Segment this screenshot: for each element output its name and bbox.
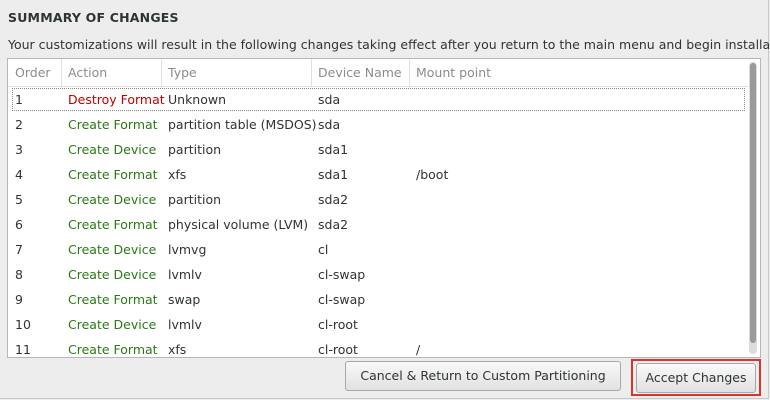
dialog-subtitle: Your customizations will result in the f… [8, 37, 770, 52]
column-header-mount-point[interactable]: Mount point [410, 59, 746, 86]
dialog-title: SUMMARY OF CHANGES [8, 10, 179, 25]
type-cell: lvmlv [168, 267, 202, 282]
device-name-cell: sda [318, 92, 341, 107]
device-name-cell: sda2 [318, 217, 349, 232]
device-name-cell: cl [318, 242, 329, 257]
table-row[interactable]: 4 Create Format xfs sda1/boot [8, 162, 748, 187]
device-name-cell: sda2 [318, 192, 349, 207]
order-cell: 8 [15, 267, 23, 282]
type-cell: xfs [168, 167, 187, 182]
table-row[interactable]: 9 Create Format swap cl-swap [8, 287, 748, 312]
order-cell: 1 [15, 92, 23, 107]
type-cell: xfs [168, 342, 187, 357]
type-cell: partition [168, 142, 222, 157]
action-cell: Create Format [68, 217, 158, 232]
order-cell: 9 [15, 292, 23, 307]
device-name-cell: sda [318, 117, 341, 132]
type-cell: partition [168, 192, 222, 207]
scrollbar-thumb[interactable] [750, 63, 756, 343]
type-cell: lvmlv [168, 317, 202, 332]
type-cell: partition table (MSDOS) [168, 117, 317, 132]
device-name-cell: sda1 [318, 167, 349, 182]
action-cell: Create Format [68, 167, 158, 182]
action-cell: Create Device [68, 142, 157, 157]
action-cell: Create Format [68, 342, 158, 357]
accept-highlight-box: Accept Changes [631, 359, 761, 396]
mount-point-cell: /boot [416, 167, 449, 182]
accept-changes-button[interactable]: Accept Changes [636, 363, 756, 393]
action-cell: Create Device [68, 317, 157, 332]
column-header-order[interactable]: Order [8, 59, 62, 86]
table-body: 1 Destroy Format Unknown sda 2 Create Format p… [8, 87, 748, 357]
column-header-action[interactable]: Action [62, 59, 162, 86]
mount-point-cell: / [416, 342, 421, 357]
action-cell: Create Format [68, 117, 158, 132]
order-cell: 2 [15, 117, 23, 132]
device-name-cell: cl-root [318, 342, 358, 357]
table-row[interactable]: 6 Create Format physical volume (LVM) sda2 [8, 212, 748, 237]
vertical-scrollbar[interactable] [749, 62, 757, 354]
device-name-cell: sda1 [318, 142, 349, 157]
cancel-return-button[interactable]: Cancel & Return to Custom Partitioning [345, 361, 621, 391]
device-name-cell: cl-root [318, 317, 358, 332]
table-row[interactable]: 2 Create Format partition table (MSDOS) sda [8, 112, 748, 137]
action-cell: Create Device [68, 192, 157, 207]
type-cell: physical volume (LVM) [168, 217, 309, 232]
device-name-cell: cl-swap [318, 292, 366, 307]
table-header: Order Action Type Device Name Mount poin… [8, 59, 748, 87]
type-cell: Unknown [168, 92, 227, 107]
table-row[interactable]: 10 Create Device lvmlv cl-root [8, 312, 748, 337]
order-cell: 7 [15, 242, 23, 257]
order-cell: 6 [15, 217, 23, 232]
column-header-device-name[interactable]: Device Name [312, 59, 410, 86]
action-cell: Create Device [68, 267, 157, 282]
order-cell: 4 [15, 167, 23, 182]
order-cell: 10 [15, 317, 31, 332]
action-cell: Create Format [68, 292, 158, 307]
table-row[interactable]: 7 Create Device lvmvg cl [8, 237, 748, 262]
table-row[interactable]: 1 Destroy Format Unknown sda [11, 87, 746, 112]
action-cell: Destroy Format [68, 92, 165, 107]
table-row[interactable]: 11 Create Format xfs cl-root / [8, 337, 748, 357]
device-name-cell: cl-swap [318, 267, 366, 282]
order-cell: 3 [15, 142, 23, 157]
type-cell: lvmvg [168, 242, 207, 257]
changes-table[interactable]: Order Action Type Device Name Mount poin… [7, 58, 761, 358]
type-cell: swap [168, 292, 201, 307]
order-cell: 11 [15, 342, 31, 357]
table-row[interactable]: 3 Create Device partition sda1 [8, 137, 748, 162]
table-row[interactable]: 8 Create Device lvmlv cl-swap [8, 262, 748, 287]
action-cell: Create Device [68, 242, 157, 257]
order-cell: 5 [15, 192, 23, 207]
table-row[interactable]: 5 Create Device partition sda2 [8, 187, 748, 212]
column-header-type[interactable]: Type [162, 59, 312, 86]
